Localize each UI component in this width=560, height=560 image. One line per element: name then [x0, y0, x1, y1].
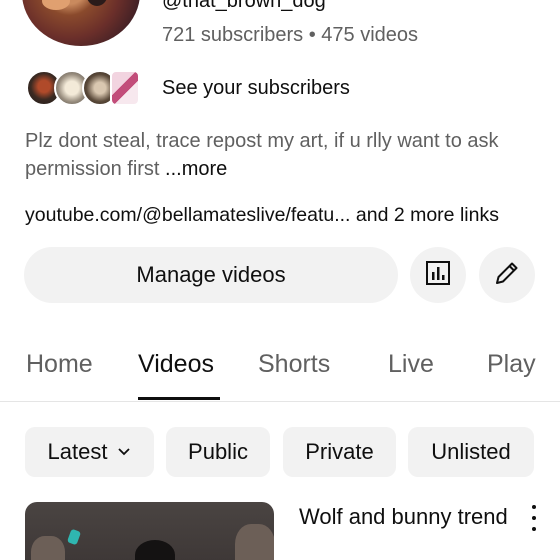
- active-tab-indicator: [138, 397, 220, 400]
- sort-dropdown[interactable]: Latest: [25, 427, 154, 477]
- manage-videos-button[interactable]: Manage videos: [24, 247, 398, 303]
- more-options-icon[interactable]: [526, 505, 542, 531]
- channel-stats: 721 subscribers • 475 videos: [162, 24, 419, 46]
- kebab-dot: [532, 505, 536, 509]
- video-thumbnail[interactable]: [25, 502, 274, 560]
- tab-videos[interactable]: Videos: [138, 350, 214, 379]
- video-title[interactable]: Wolf and bunny trend: [299, 503, 519, 531]
- analytics-button[interactable]: [410, 247, 466, 303]
- tab-home[interactable]: Home: [26, 350, 93, 379]
- channel-tabs: Home Videos Shorts Live Play: [0, 340, 560, 402]
- subscriber-avatar: [110, 70, 140, 106]
- chevron-down-icon: [117, 447, 131, 457]
- filter-chip-public[interactable]: Public: [166, 427, 270, 477]
- description-text: Plz dont steal, trace repost my art, if …: [25, 130, 499, 180]
- thumbnail-art-detail: [66, 528, 82, 546]
- analytics-icon: [424, 259, 452, 292]
- kebab-dot: [532, 527, 536, 531]
- channel-description[interactable]: Plz dont steal, trace repost my art, if …: [25, 127, 540, 183]
- filter-chip-unlisted[interactable]: Unlisted: [408, 427, 534, 477]
- edit-channel-button[interactable]: [479, 247, 535, 303]
- channel-handle: @that_brown_dog: [162, 0, 326, 12]
- sort-label: Latest: [47, 439, 108, 464]
- tab-playlists[interactable]: Play: [487, 350, 536, 379]
- tab-live[interactable]: Live: [388, 350, 434, 379]
- see-subscribers-link[interactable]: See your subscribers: [162, 77, 350, 100]
- thumbnail-art-detail: [31, 536, 65, 560]
- thumbnail-art-detail: [235, 524, 274, 560]
- kebab-dot: [532, 516, 536, 520]
- avatar-art-detail: [86, 0, 108, 6]
- channel-links[interactable]: youtube.com/@bellamateslive/featu... and…: [25, 204, 499, 227]
- tab-shorts[interactable]: Shorts: [258, 350, 330, 379]
- avatar-art-detail: [42, 0, 70, 10]
- filter-chip-private[interactable]: Private: [283, 427, 396, 477]
- subscriber-avatars[interactable]: [26, 70, 141, 108]
- thumbnail-art-detail: [135, 540, 175, 560]
- pencil-icon: [492, 258, 522, 293]
- manage-videos-label: Manage videos: [136, 262, 286, 287]
- channel-avatar[interactable]: [22, 0, 140, 46]
- description-more-link[interactable]: ...more: [165, 158, 227, 180]
